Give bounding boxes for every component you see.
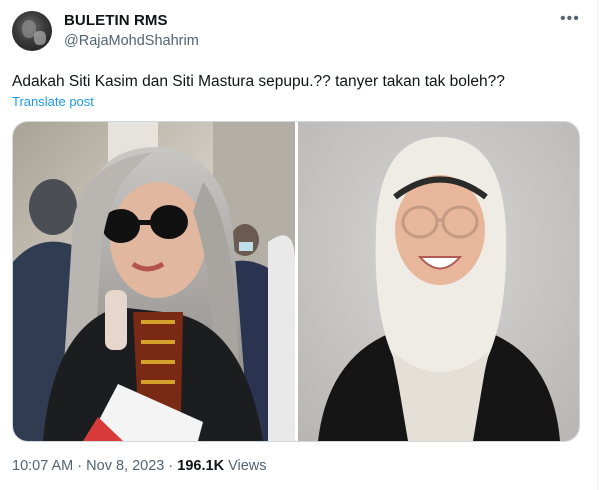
tweet-time[interactable]: 10:07 AM [12, 458, 73, 474]
media-grid [12, 121, 580, 442]
photo-right[interactable] [298, 122, 579, 441]
meta-separator-2: · [168, 458, 174, 474]
views-count[interactable]: 196.1K [177, 458, 224, 474]
tweet-meta: 10:07 AM · Nov 8, 2023 · 196.1K Views [12, 458, 267, 474]
meta-separator: · [77, 458, 83, 474]
tweet-text: Adakah Siti Kasim dan Siti Mastura sepup… [12, 73, 505, 90]
photo-left-image [13, 122, 295, 441]
more-horizontal-icon[interactable]: ••• [560, 10, 580, 28]
avatar[interactable] [12, 11, 52, 51]
views-label: Views [228, 458, 267, 474]
photo-right-image [298, 122, 579, 441]
tweet-card: BULETIN RMS @RajaMohdShahrim ••• Adakah … [0, 0, 598, 490]
display-name[interactable]: BULETIN RMS [64, 12, 168, 29]
tweet-date[interactable]: Nov 8, 2023 [86, 458, 164, 474]
translate-post-link[interactable]: Translate post [12, 94, 94, 109]
user-handle[interactable]: @RajaMohdShahrim [64, 33, 199, 49]
photo-left[interactable] [13, 122, 295, 441]
